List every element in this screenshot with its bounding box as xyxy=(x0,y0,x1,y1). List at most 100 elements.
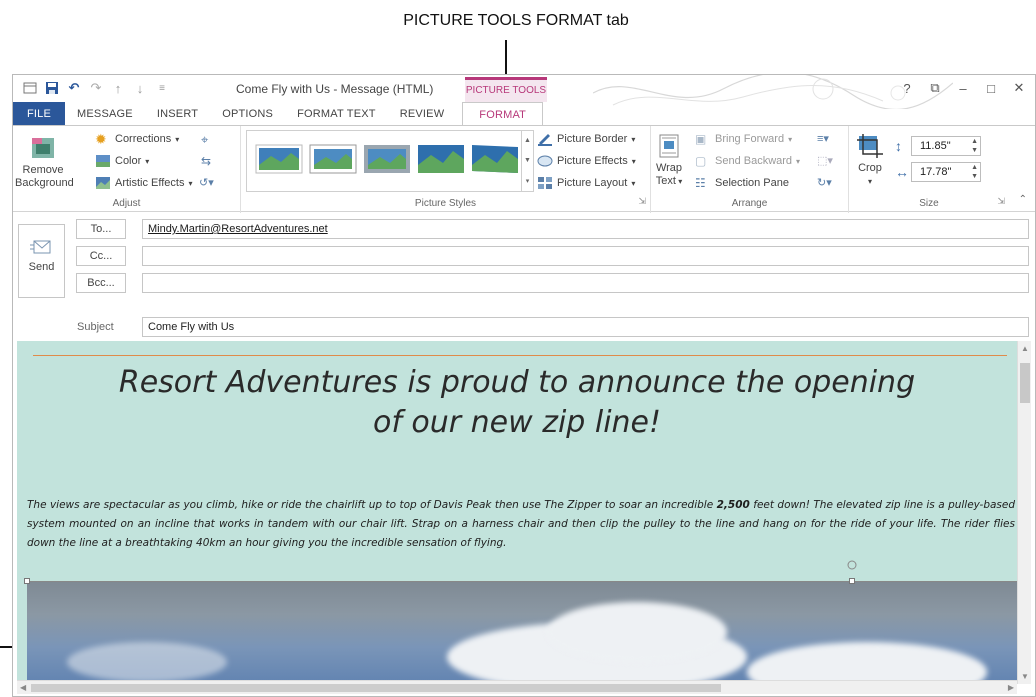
minimize-icon[interactable]: – xyxy=(949,79,977,97)
outlook-message-window: ↶ ↷ ↑ ↓ ≡ Come Fly with Us - Message (HT… xyxy=(12,74,1036,697)
change-picture-icon[interactable]: ⇆ xyxy=(201,154,211,168)
next-item-icon[interactable]: ↓ xyxy=(131,79,149,97)
align-icon[interactable]: ≡▾ xyxy=(817,132,829,145)
send-backward-button[interactable]: ▢ Send Backward ▾ xyxy=(695,154,800,168)
selection-pane-button[interactable]: ☷ Selection Pane xyxy=(695,176,789,190)
scroll-up-icon[interactable]: ▲ xyxy=(1021,344,1029,353)
ribbon-display-options-icon[interactable]: ⧉ xyxy=(921,79,949,97)
gallery-more-icon[interactable]: ▾ xyxy=(526,177,530,185)
send-icon xyxy=(29,240,50,254)
height-spinner-icon[interactable]: ▲ ▼ xyxy=(971,137,978,155)
send-button[interactable]: Send xyxy=(18,224,65,298)
rotate-icon[interactable]: ↻▾ xyxy=(817,176,832,189)
compress-pictures-icon[interactable]: ⌖ xyxy=(201,132,208,148)
picture-styles-dialog-launcher-icon[interactable]: ⇲ xyxy=(638,196,646,207)
picture-style-4[interactable] xyxy=(417,141,465,175)
picture-layout-button[interactable]: Picture Layout ▾ xyxy=(537,176,635,190)
to-recipient[interactable]: Mindy.Martin@ResortAdventures.net xyxy=(148,223,328,235)
remove-background-button[interactable]: Remove Background xyxy=(15,136,74,190)
picture-border-button[interactable]: Picture Border ▾ xyxy=(537,132,635,146)
headline: Resort Adventures is proud to announce t… xyxy=(17,363,1017,443)
tab-message[interactable]: MESSAGE xyxy=(65,102,145,126)
collapse-ribbon-icon[interactable]: ⌃ xyxy=(1019,194,1027,205)
customize-qat-icon[interactable]: ≡ xyxy=(153,79,171,97)
scroll-right-icon[interactable]: ▶ xyxy=(1008,683,1014,692)
redo-icon[interactable]: ↷ xyxy=(87,79,105,97)
resize-handle[interactable] xyxy=(849,578,855,584)
vertical-scroll-thumb[interactable] xyxy=(1020,363,1030,403)
zipline-photo[interactable] xyxy=(27,581,1017,684)
bring-forward-button[interactable]: ▣ Bring Forward ▾ xyxy=(695,132,792,146)
cc-button[interactable]: Cc... xyxy=(76,246,126,266)
horizontal-scroll-thumb[interactable] xyxy=(31,684,721,692)
size-dialog-launcher-icon[interactable]: ⇲ xyxy=(997,196,1005,207)
previous-item-icon[interactable]: ↑ xyxy=(109,79,127,97)
picture-style-5[interactable] xyxy=(471,141,519,175)
corrections-button[interactable]: ✹ Corrections ▾ xyxy=(95,132,179,146)
vertical-scrollbar[interactable]: ▲ ▼ xyxy=(1017,341,1031,684)
bcc-button[interactable]: Bcc... xyxy=(76,273,126,293)
wrap-text-button[interactable]: Wrap Text ▾ xyxy=(653,134,685,188)
gallery-up-icon[interactable]: ▲ xyxy=(524,137,531,144)
tab-picture-format[interactable]: FORMAT xyxy=(462,102,544,126)
group-size: Crop ▾ ↕ 11.85" ▲ ▼ ↔ 17.78" ▲ ▼ Size ⇲ xyxy=(849,126,1009,213)
tab-file[interactable]: FILE xyxy=(13,102,66,126)
help-icon[interactable]: ? xyxy=(893,79,921,97)
color-button[interactable]: Color ▾ xyxy=(95,154,149,168)
group-objects-icon[interactable]: ⬚▾ xyxy=(817,154,833,167)
color-icon xyxy=(96,155,110,167)
tab-review[interactable]: REVIEW xyxy=(388,102,457,126)
maximize-icon[interactable]: □ xyxy=(977,79,1005,97)
gallery-down-icon[interactable]: ▼ xyxy=(524,157,531,164)
artistic-effects-icon xyxy=(96,177,110,189)
group-label-size: Size xyxy=(919,198,939,209)
scroll-left-icon[interactable]: ◀ xyxy=(20,683,26,692)
picture-style-3[interactable] xyxy=(363,141,411,175)
picture-style-2[interactable] xyxy=(309,141,357,175)
width-spinner-icon[interactable]: ▲ ▼ xyxy=(971,163,978,181)
body-paragraph: The views are spectacular as you climb, … xyxy=(27,499,1016,549)
window-controls: ? ⧉ – □ ✕ xyxy=(893,79,1033,97)
group-label-picture-styles: Picture Styles xyxy=(414,198,477,209)
group-arrange: Wrap Text ▾ ▣ Bring Forward ▾ ▢ Send Back… xyxy=(651,126,849,213)
shape-height-icon: ↕ xyxy=(895,138,902,154)
picture-styles-gallery[interactable] xyxy=(246,130,522,192)
picture-style-1[interactable] xyxy=(255,141,303,175)
wrap-text-icon xyxy=(659,134,679,158)
message-body[interactable]: Resort Adventures is proud to announce t… xyxy=(17,341,1017,684)
tab-insert[interactable]: INSERT xyxy=(145,102,210,126)
shape-width-icon: ↔ xyxy=(895,164,909,180)
message-header: Send To... Mindy.Martin@ResortAdventures… xyxy=(13,213,1035,339)
picture-effects-button[interactable]: Picture Effects ▾ xyxy=(537,154,636,168)
quick-access-toolbar: ↶ ↷ ↑ ↓ ≡ xyxy=(21,79,171,97)
to-button[interactable]: To... xyxy=(76,219,126,239)
picture-effects-icon xyxy=(537,155,553,167)
tab-options[interactable]: OPTIONS xyxy=(210,102,285,126)
crop-icon xyxy=(857,134,883,158)
rotation-handle-icon[interactable] xyxy=(846,559,858,571)
to-field[interactable]: Mindy.Martin@ResortAdventures.net xyxy=(142,219,1029,239)
callout-label: PICTURE TOOLS FORMAT tab xyxy=(403,12,629,29)
shape-height-input[interactable]: 11.85" ▲ ▼ xyxy=(911,136,981,156)
shape-width-input[interactable]: 17.78" ▲ ▼ xyxy=(911,162,981,182)
resize-handle[interactable] xyxy=(24,578,30,584)
gallery-scroll[interactable]: ▲ ▼ ▾ xyxy=(522,130,534,192)
tab-format-text[interactable]: FORMAT TEXT xyxy=(285,102,388,126)
cc-field[interactable] xyxy=(142,246,1029,266)
picture-layout-icon xyxy=(538,177,552,189)
close-icon[interactable]: ✕ xyxy=(1005,79,1033,97)
scroll-down-icon[interactable]: ▼ xyxy=(1021,672,1029,681)
title-bar: ↶ ↷ ↑ ↓ ≡ Come Fly with Us - Message (HT… xyxy=(13,75,1035,109)
artistic-effects-button[interactable]: Artistic Effects ▾ xyxy=(95,176,193,190)
crop-button[interactable]: Crop ▾ xyxy=(853,134,887,188)
subject-field[interactable]: Come Fly with Us xyxy=(142,317,1029,337)
corrections-icon: ✹ xyxy=(95,131,107,147)
horizontal-scrollbar[interactable]: ◀ ▶ xyxy=(17,680,1017,694)
save-icon[interactable] xyxy=(43,79,61,97)
ribbon: Remove Background ✹ Corrections ▾ Color ▾ … xyxy=(13,125,1035,213)
reset-picture-icon[interactable]: ↺▾ xyxy=(199,176,214,189)
bcc-field[interactable] xyxy=(142,273,1029,293)
undo-icon[interactable]: ↶ xyxy=(65,79,83,97)
window-menu-icon[interactable] xyxy=(21,79,39,97)
cloud-shape xyxy=(547,602,727,662)
